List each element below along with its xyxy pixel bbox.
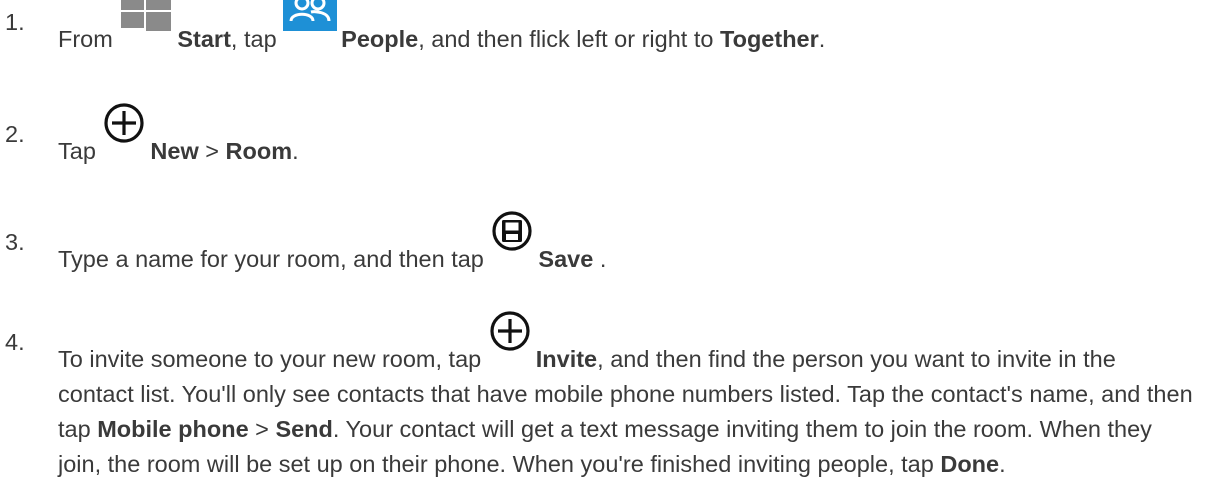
- separator: >: [205, 138, 220, 164]
- text-run: , and then flick left or right to: [418, 26, 714, 52]
- text-run: , tap: [230, 26, 277, 52]
- save-circle-icon: [490, 211, 534, 265]
- done-label: Done: [940, 451, 1000, 477]
- text-run: Type a name for your room, and then tap: [58, 246, 484, 272]
- text-run: .: [292, 138, 299, 164]
- step-number: 4.: [5, 329, 25, 355]
- people-tile-icon: [283, 0, 338, 45]
- room-label: Room: [225, 138, 293, 164]
- text-run: From: [58, 26, 113, 52]
- new-label: New: [150, 138, 199, 164]
- save-label: Save: [538, 246, 594, 272]
- text-run: .: [599, 246, 607, 272]
- people-label: People: [341, 26, 419, 52]
- step-number: 1.: [5, 9, 25, 35]
- text-run: To invite someone to your new room, tap: [58, 346, 482, 372]
- text-run: .: [999, 451, 1006, 477]
- plus-circle-icon: [102, 103, 146, 157]
- step-text: To invite someone to your new room, tap …: [58, 311, 1198, 482]
- step-text: From Start, tap People, and then flick l…: [58, 0, 1198, 57]
- windows-start-icon: [119, 0, 173, 45]
- mobile-phone-label: Mobile phone: [97, 416, 249, 442]
- separator: >: [255, 416, 269, 442]
- plus-circle-icon: [488, 311, 532, 365]
- together-label: Together: [719, 26, 819, 52]
- invite-label: Invite: [535, 346, 598, 372]
- send-label: Send: [275, 416, 333, 442]
- text-run: .: [818, 26, 826, 52]
- step-text: Type a name for your room, and then tap …: [58, 211, 1198, 277]
- start-label: Start: [177, 26, 231, 52]
- step-number: 2.: [5, 121, 25, 147]
- step-number: 3.: [5, 229, 25, 255]
- step-text: Tap New > Room.: [58, 103, 1198, 169]
- text-run: Tap: [58, 138, 96, 164]
